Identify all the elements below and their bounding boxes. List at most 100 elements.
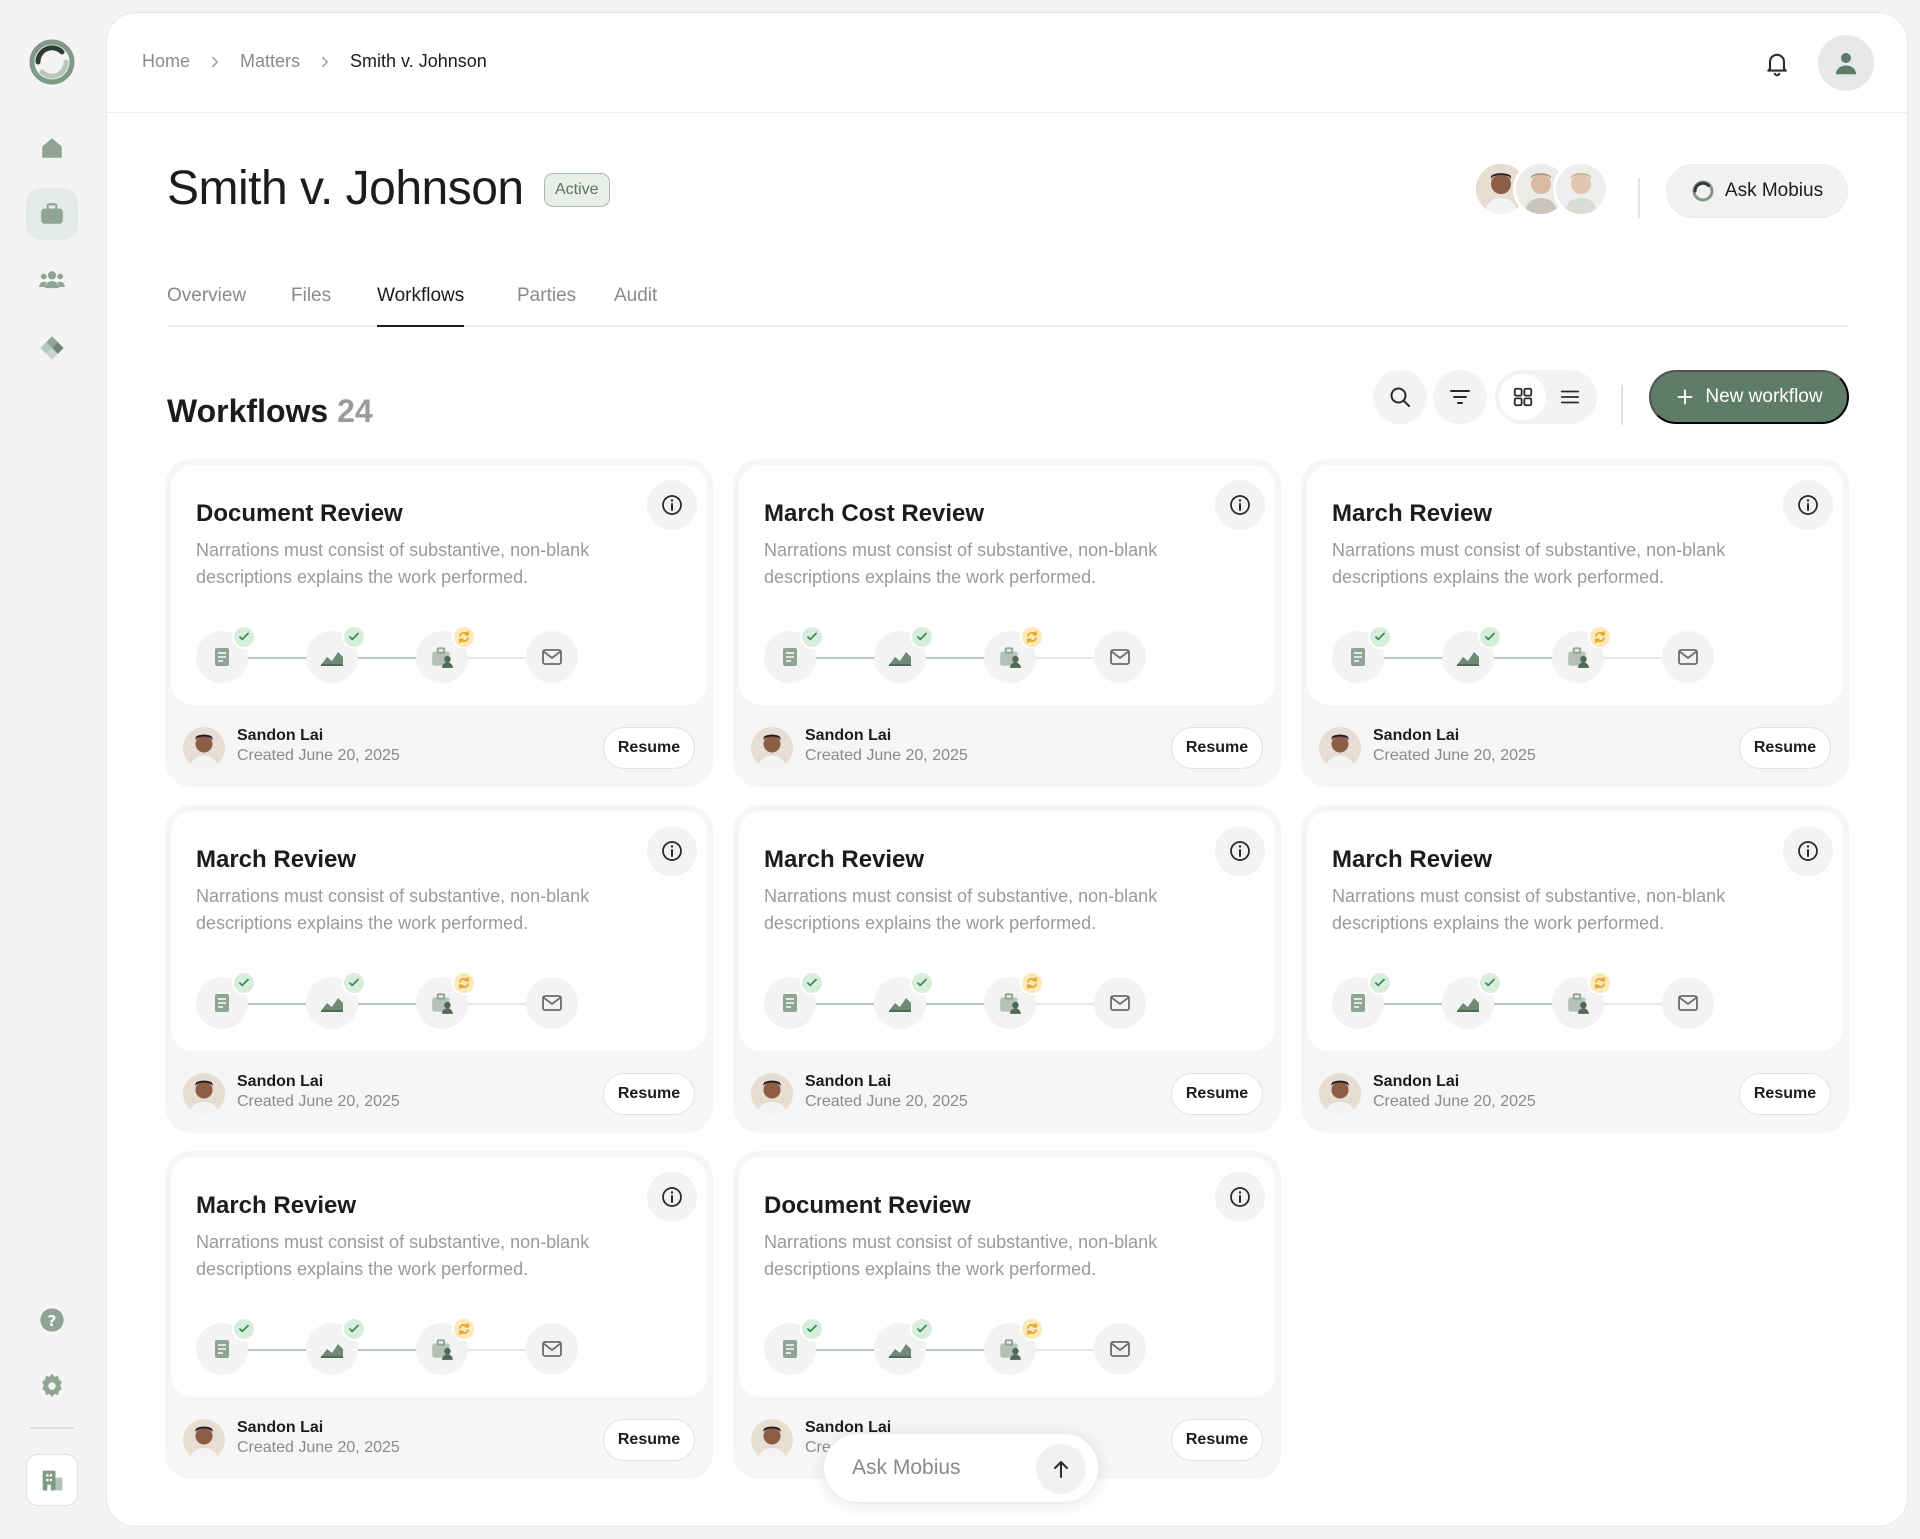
workflow-card[interactable]: March Review Narrations must consist of … [1301, 459, 1849, 787]
pipeline-step-assignment[interactable] [984, 971, 1044, 1029]
workflow-card[interactable]: Document Review Narrations must consist … [165, 459, 713, 787]
pipeline-step-analysis[interactable] [1442, 971, 1502, 1029]
info-button[interactable] [1783, 480, 1833, 530]
workflow-card-footer: Sandon Lai Created June 20, 2025 Resume [1319, 725, 1831, 771]
filter-button[interactable] [1433, 370, 1487, 424]
resume-button[interactable]: Resume [1171, 1419, 1263, 1461]
list-view-button[interactable] [1546, 374, 1593, 420]
sidebar-item-home[interactable] [26, 122, 78, 174]
pipeline-step-email[interactable] [1094, 631, 1146, 683]
send-button[interactable] [1036, 1444, 1086, 1494]
organization-switcher[interactable] [26, 1454, 78, 1506]
info-button[interactable] [1215, 480, 1265, 530]
pipeline-step-analysis[interactable] [1442, 625, 1502, 683]
mail-icon [1110, 1341, 1130, 1357]
pipeline-step-analysis[interactable] [306, 971, 366, 1029]
pipeline-step-assignment[interactable] [416, 625, 476, 683]
resume-button[interactable]: Resume [1171, 727, 1263, 769]
team-avatars[interactable] [1473, 161, 1609, 219]
tab-audit[interactable]: Audit [614, 285, 657, 325]
pipeline-step-email[interactable] [526, 1323, 578, 1375]
info-button[interactable] [1783, 826, 1833, 876]
info-button[interactable] [1215, 1172, 1265, 1222]
pipeline-step-email[interactable] [1662, 977, 1714, 1029]
ask-mobius-input[interactable]: Ask Mobius [852, 1456, 961, 1480]
resume-button[interactable]: Resume [603, 1073, 695, 1115]
chevron-right-icon [206, 53, 224, 71]
pipeline-step-document[interactable] [764, 625, 824, 683]
workflow-description: Narrations must consist of substantive, … [196, 886, 590, 933]
pipeline-step-email[interactable] [1662, 631, 1714, 683]
avatar [1319, 1073, 1361, 1115]
pipeline-step-document[interactable] [196, 1317, 256, 1375]
sidebar-item-matters[interactable] [26, 188, 78, 240]
creator-name: Sandon Lai [805, 1073, 892, 1090]
plus-icon [1677, 389, 1693, 405]
workflow-card[interactable]: March Review Narrations must consist of … [1301, 805, 1849, 1133]
pipeline-connector [816, 1003, 874, 1005]
tab-files[interactable]: Files [291, 285, 331, 325]
pipeline-step-document[interactable] [1332, 625, 1392, 683]
pipeline-step-email[interactable] [526, 977, 578, 1029]
check-icon [342, 625, 366, 649]
created-date: Created June 20, 2025 [237, 1093, 400, 1110]
ask-mobius-bar[interactable]: Ask Mobius [823, 1433, 1099, 1503]
workflow-card[interactable]: March Review Narrations must consist of … [165, 805, 713, 1133]
pipeline-step-document[interactable] [764, 1317, 824, 1375]
pipeline-step-assignment[interactable] [416, 1317, 476, 1375]
tab-overview[interactable]: Overview [167, 285, 246, 325]
bell-icon[interactable] [1763, 49, 1791, 77]
workflow-card[interactable]: March Review Narrations must consist of … [733, 805, 1281, 1133]
pipeline-step-analysis[interactable] [874, 1317, 934, 1375]
pipeline-step-assignment[interactable] [1552, 625, 1612, 683]
pipeline-step-document[interactable] [1332, 971, 1392, 1029]
resume-button[interactable]: Resume [1739, 1073, 1831, 1115]
sidebar-item-settings[interactable] [26, 1360, 78, 1412]
pipeline-step-email[interactable] [1094, 1323, 1146, 1375]
user-avatar[interactable] [1818, 35, 1874, 91]
grid-view-button[interactable] [1499, 374, 1546, 420]
tab-workflows[interactable]: Workflows [377, 285, 465, 327]
pipeline-step-document[interactable] [196, 625, 256, 683]
workflow-card[interactable]: March Review Narrations must consist of … [165, 1151, 713, 1479]
pipeline-step-analysis[interactable] [306, 625, 366, 683]
sidebar-item-people[interactable] [26, 254, 78, 306]
breadcrumb-matters[interactable]: Matters [240, 51, 300, 72]
workflow-description: Narrations must consist of substantive, … [764, 886, 1158, 933]
sidebar-item-integrations[interactable] [26, 322, 78, 374]
breadcrumb-home[interactable]: Home [142, 51, 190, 72]
resume-button[interactable]: Resume [603, 727, 695, 769]
pipeline-step-assignment[interactable] [1552, 971, 1612, 1029]
info-button[interactable] [647, 480, 697, 530]
pipeline-connector [816, 657, 874, 659]
sidebar-item-help[interactable]: ? [26, 1294, 78, 1346]
resume-button[interactable]: Resume [1739, 727, 1831, 769]
info-button[interactable] [647, 826, 697, 876]
pipeline-step-email[interactable] [1094, 977, 1146, 1029]
new-workflow-button[interactable]: New workflow [1649, 370, 1849, 424]
pipeline-connector [1036, 1003, 1094, 1005]
info-button[interactable] [1215, 826, 1265, 876]
pipeline-step-analysis[interactable] [874, 625, 934, 683]
resume-button[interactable]: Resume [603, 1419, 695, 1461]
info-button[interactable] [647, 1172, 697, 1222]
pipeline-step-assignment[interactable] [984, 1317, 1044, 1375]
mobius-logo-icon[interactable] [28, 38, 76, 86]
workflow-card[interactable]: Document Review Narrations must consist … [733, 1151, 1281, 1479]
search-button[interactable] [1373, 370, 1427, 424]
tab-parties[interactable]: Parties [517, 285, 576, 325]
ask-mobius-button[interactable]: Ask Mobius [1666, 164, 1848, 218]
pipeline-step-analysis[interactable] [306, 1317, 366, 1375]
pipeline-step-document[interactable] [764, 971, 824, 1029]
pipeline-step-document[interactable] [196, 971, 256, 1029]
workflow-card[interactable]: March Cost Review Narrations must consis… [733, 459, 1281, 787]
briefcase-user-icon [1000, 993, 1021, 1014]
pipeline-step-analysis[interactable] [874, 971, 934, 1029]
document-icon [783, 1340, 797, 1358]
pipeline-step-assignment[interactable] [984, 625, 1044, 683]
pipeline-connector [468, 657, 526, 659]
resume-button[interactable]: Resume [1171, 1073, 1263, 1115]
pipeline-step-email[interactable] [526, 631, 578, 683]
created-date: Created June 20, 2025 [805, 747, 968, 764]
pipeline-step-assignment[interactable] [416, 971, 476, 1029]
